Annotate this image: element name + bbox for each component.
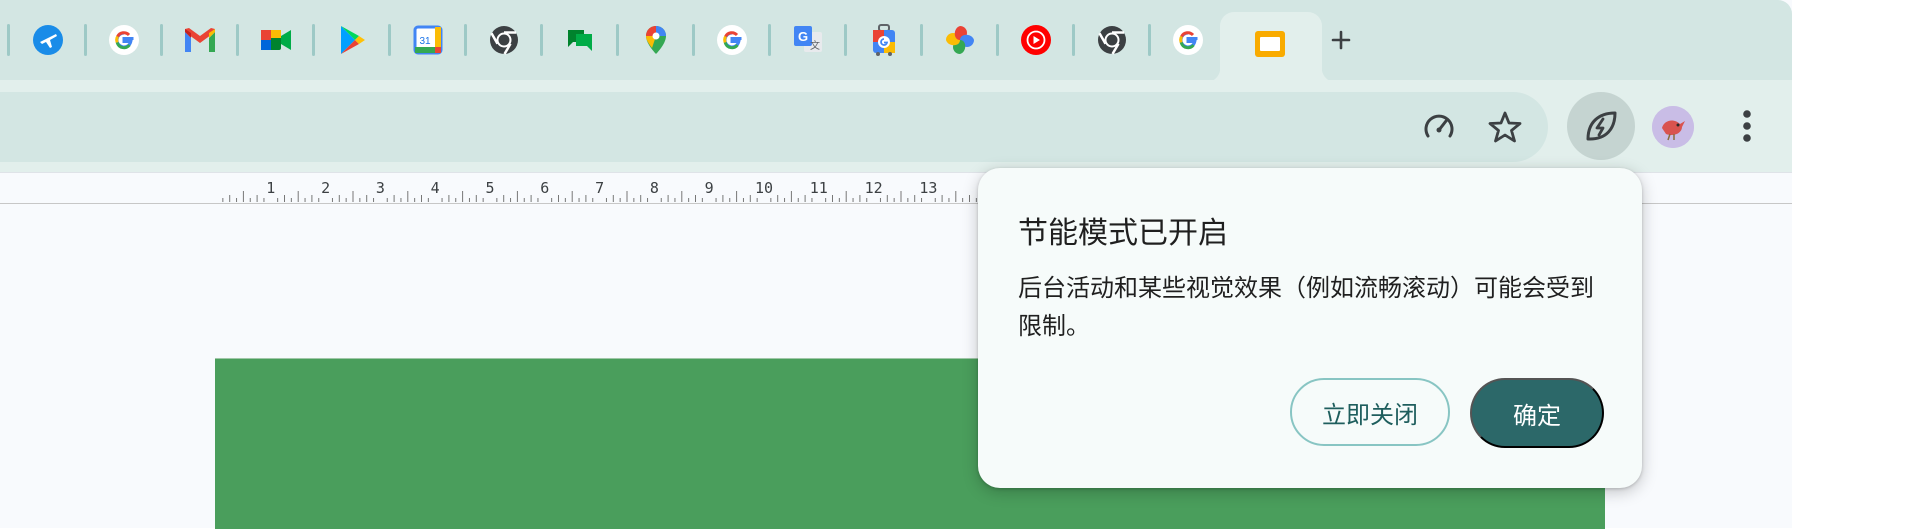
tab-strip: 31 G 文	[0, 0, 1792, 82]
tab-play[interactable]	[330, 18, 374, 62]
tab-chat[interactable]	[558, 18, 602, 62]
tab-chrome[interactable]	[482, 18, 526, 62]
tab-maps[interactable]	[634, 18, 678, 62]
tab-separator	[160, 24, 163, 56]
chrome-icon	[1098, 26, 1126, 55]
tab-separator	[236, 24, 239, 56]
energy-saver-button[interactable]	[1567, 92, 1635, 160]
google-slides-icon	[1255, 31, 1285, 57]
svg-text:31: 31	[419, 36, 431, 47]
tab-separator	[1148, 24, 1151, 56]
tab-travel[interactable]	[862, 18, 906, 62]
chrome-icon	[490, 26, 518, 55]
tab-separator	[7, 24, 10, 56]
tab-calendar[interactable]: 31	[406, 18, 450, 62]
google-photos-icon	[946, 26, 974, 54]
google-play-icon	[341, 26, 365, 54]
turn-off-now-button[interactable]: 立即关闭	[1290, 378, 1450, 446]
ruler-label: 12	[865, 179, 883, 197]
google-maps-icon	[646, 26, 666, 54]
tab-flights[interactable]	[26, 18, 70, 62]
svg-text:G: G	[798, 29, 808, 44]
bookmark-star-icon	[1488, 111, 1522, 143]
tab-separator	[84, 24, 87, 56]
more-menu-icon	[1743, 110, 1751, 142]
address-bar[interactable]	[0, 92, 1548, 162]
ruler-label: 6	[540, 179, 549, 197]
tab-active-slides[interactable]	[1206, 12, 1336, 82]
youtube-music-icon	[1021, 25, 1051, 55]
ruler-label: 4	[431, 179, 440, 197]
google-travel-icon	[873, 24, 895, 56]
profile-avatar[interactable]	[1652, 106, 1694, 148]
tab-google[interactable]	[710, 18, 754, 62]
tab-separator	[768, 24, 771, 56]
tab-separator	[920, 24, 923, 56]
tab-separator	[616, 24, 619, 56]
tab-separator	[844, 24, 847, 56]
ruler-label: 8	[650, 179, 659, 197]
ruler-label: 3	[376, 179, 385, 197]
google-icon	[1173, 25, 1203, 55]
toolbar	[0, 80, 1792, 172]
bookmark-button[interactable]	[1481, 103, 1529, 151]
tab-google[interactable]	[1166, 18, 1210, 62]
tab-meet[interactable]	[254, 18, 298, 62]
tab-chrome[interactable]	[1090, 18, 1134, 62]
svg-text:文: 文	[810, 39, 820, 52]
google-meet-icon	[261, 30, 291, 50]
ruler-label: 7	[595, 179, 604, 197]
dialog-body: 后台活动和某些视觉效果（例如流畅滚动）可能会受到限制。	[1018, 275, 1594, 340]
tab-gmail[interactable]	[178, 18, 222, 62]
google-translate-icon: G 文	[794, 26, 822, 52]
ok-button[interactable]: 确定	[1470, 378, 1604, 448]
new-tab-button[interactable]	[1321, 18, 1361, 62]
tab-google[interactable]	[102, 18, 146, 62]
tab-separator	[464, 24, 467, 56]
gmail-icon	[185, 28, 215, 52]
bird-avatar-icon	[1652, 106, 1694, 148]
tab-translate[interactable]: G 文	[786, 18, 830, 62]
ruler-label: 1	[266, 179, 275, 197]
tab-photos[interactable]	[938, 18, 982, 62]
more-menu-button[interactable]	[1723, 102, 1771, 150]
tab-separator	[1072, 24, 1075, 56]
ruler-label: 13	[919, 179, 937, 197]
tab-separator	[692, 24, 695, 56]
tab-separator	[996, 24, 999, 56]
ruler-label: 11	[810, 179, 828, 197]
tab-favicon	[1248, 22, 1292, 66]
performance-button[interactable]	[1415, 103, 1463, 151]
energy-saver-icon	[1586, 111, 1617, 141]
dialog-title: 节能模式已开启	[1018, 217, 1228, 250]
tab-separator	[540, 24, 543, 56]
google-icon	[109, 25, 139, 55]
ruler-label: 10	[755, 179, 773, 197]
performance-gauge-icon	[1424, 114, 1454, 138]
ruler-label: 2	[321, 179, 330, 197]
tab-separator	[312, 24, 315, 56]
tab-separator	[388, 24, 391, 56]
google-chat-icon	[568, 30, 592, 51]
ruler-label: 5	[485, 179, 494, 197]
tab-youtube-music[interactable]	[1014, 18, 1058, 62]
google-flights-icon	[33, 25, 63, 55]
ruler-label: 9	[705, 179, 714, 197]
plus-icon	[1331, 30, 1351, 50]
google-icon	[717, 25, 747, 55]
energy-saver-dialog: 节能模式已开启 后台活动和某些视觉效果（例如流畅滚动）可能会受到限制。 立即关闭…	[978, 168, 1642, 488]
google-calendar-icon: 31	[413, 25, 443, 55]
